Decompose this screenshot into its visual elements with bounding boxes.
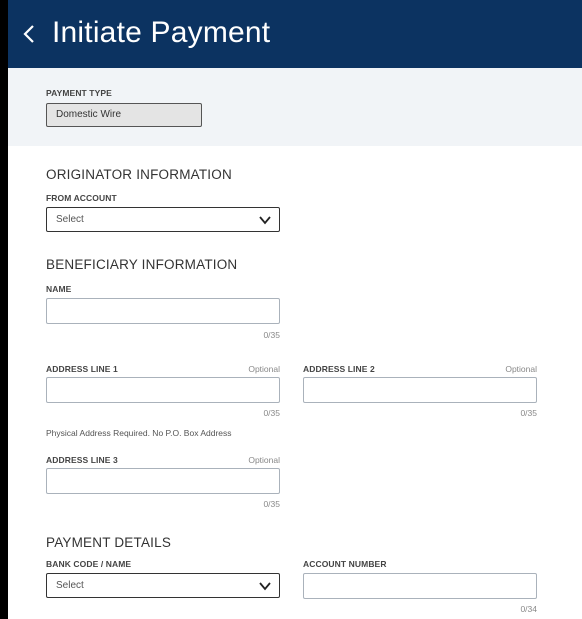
bank-code-label: BANK CODE / NAME: [46, 559, 132, 569]
window-left-border: [0, 0, 8, 619]
address-line-1-counter: 0/35: [263, 408, 280, 418]
from-account-label: FROM ACCOUNT: [46, 193, 117, 203]
chevron-down-icon: [259, 216, 271, 225]
name-counter: 0/35: [263, 330, 280, 340]
name-label: NAME: [46, 284, 72, 294]
from-account-select[interactable]: Select: [46, 207, 280, 232]
bank-code-select[interactable]: Select: [46, 573, 280, 598]
bank-code-value: Select: [56, 580, 84, 591]
page-header: Initiate Payment: [8, 0, 582, 68]
address-line-2-label: ADDRESS LINE 2: [303, 364, 375, 374]
address-line-2-counter: 0/35: [520, 408, 537, 418]
payment-type-panel: PAYMENT TYPE Domestic Wire: [8, 68, 582, 146]
account-number-input[interactable]: [303, 573, 537, 599]
from-account-value: Select: [56, 214, 84, 225]
address-line-1-optional: Optional: [248, 364, 280, 374]
address-line-3-counter: 0/35: [263, 499, 280, 509]
address-line-1-input[interactable]: [46, 377, 280, 403]
page-title: Initiate Payment: [52, 16, 271, 49]
payment-details-section-title: PAYMENT DETAILS: [46, 535, 172, 550]
chevron-left-icon[interactable]: [17, 17, 41, 51]
address-line-3-input[interactable]: [46, 468, 280, 494]
address-line-2-optional: Optional: [505, 364, 537, 374]
name-input[interactable]: [46, 298, 280, 324]
account-number-label: ACCOUNT NUMBER: [303, 559, 387, 569]
address-line-3-label: ADDRESS LINE 3: [46, 455, 118, 465]
originator-section-title: ORIGINATOR INFORMATION: [46, 167, 232, 182]
address-note: Physical Address Required. No P.O. Box A…: [46, 428, 232, 438]
payment-type-field: Domestic Wire: [46, 103, 202, 127]
address-line-1-label: ADDRESS LINE 1: [46, 364, 118, 374]
beneficiary-section-title: BENEFICIARY INFORMATION: [46, 257, 238, 272]
address-line-3-optional: Optional: [248, 455, 280, 465]
initiate-payment-page: Initiate Payment PAYMENT TYPE Domestic W…: [0, 0, 582, 619]
chevron-down-icon: [259, 582, 271, 591]
account-number-counter: 0/34: [520, 604, 537, 614]
payment-type-label: PAYMENT TYPE: [46, 88, 112, 98]
address-line-2-input[interactable]: [303, 377, 537, 403]
